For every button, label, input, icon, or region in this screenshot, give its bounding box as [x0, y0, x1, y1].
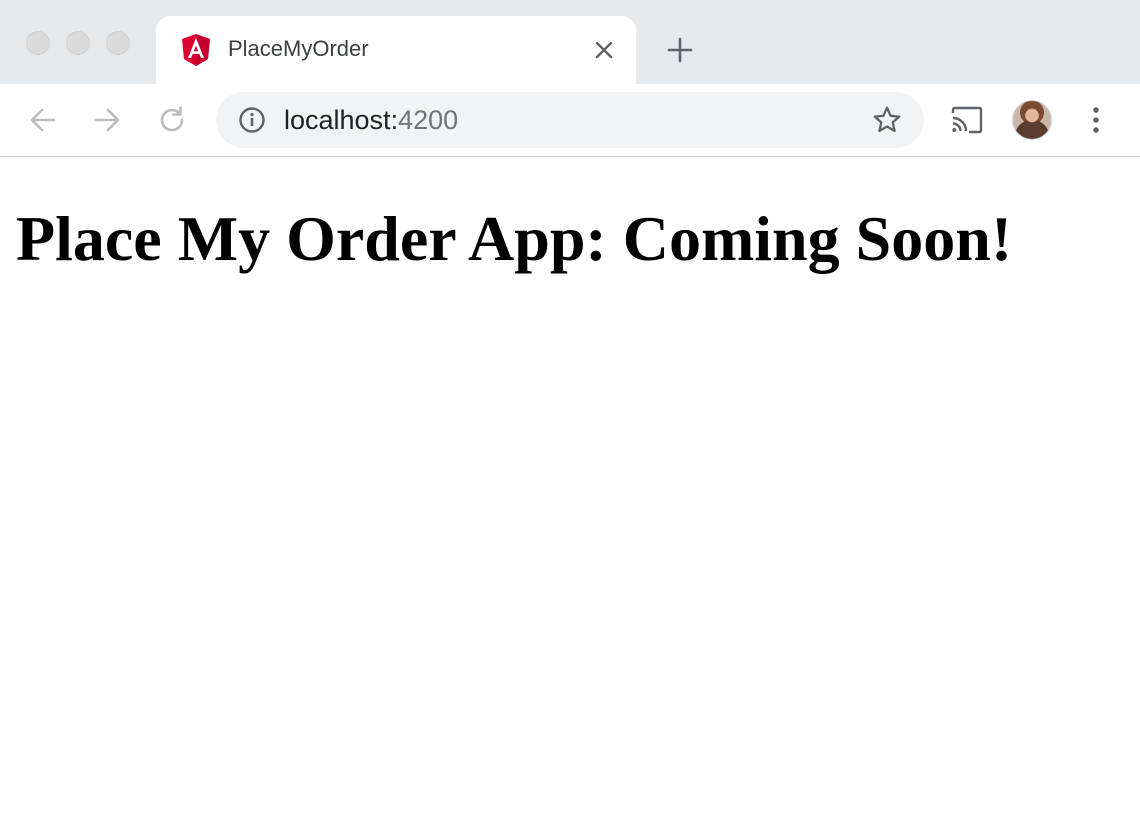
address-bar[interactable]: localhost:4200: [216, 92, 924, 148]
url-text[interactable]: localhost:4200: [284, 106, 458, 134]
url-port: 4200: [398, 105, 459, 135]
arrow-left-icon[interactable]: [27, 104, 59, 136]
browser-toolbar: localhost:4200: [0, 84, 1140, 157]
tab-title: PlaceMyOrder: [228, 36, 369, 61]
close-icon[interactable]: [592, 38, 616, 62]
url-host: localhost:: [284, 105, 399, 135]
vertical-dots-icon[interactable]: [1082, 104, 1110, 136]
star-icon[interactable]: [872, 105, 902, 135]
info-circle-icon[interactable]: [238, 106, 266, 134]
cast-icon[interactable]: [950, 105, 984, 135]
profile-avatar[interactable]: [1012, 100, 1052, 140]
tab-strip: PlaceMyOrder: [0, 0, 1140, 84]
arrow-right-icon[interactable]: [91, 104, 123, 136]
reload-icon[interactable]: [156, 104, 188, 136]
active-tab[interactable]: PlaceMyOrder: [156, 16, 636, 84]
window-minimize-button[interactable]: [66, 31, 90, 55]
angular-logo-icon: [182, 34, 210, 66]
browser-window: PlaceMyOrder localhost:4200 Place My Ord…: [0, 0, 1140, 836]
page-heading: Place My Order App: Coming Soon!: [16, 203, 1013, 274]
window-close-button[interactable]: [26, 31, 50, 55]
plus-icon[interactable]: [666, 36, 694, 64]
window-zoom-button[interactable]: [106, 31, 130, 55]
page-content: Place My Order App: Coming Soon!: [0, 158, 1140, 836]
